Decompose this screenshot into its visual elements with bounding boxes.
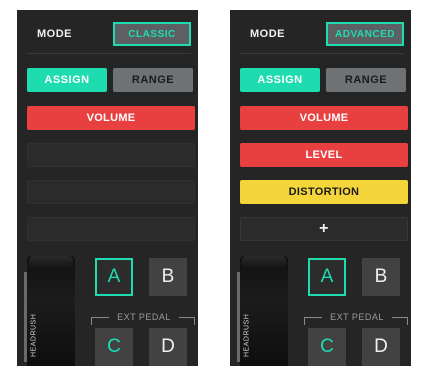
footswitch-d[interactable]: D: [149, 328, 187, 366]
pedal-edge: [237, 272, 240, 362]
pedal-edge: [24, 272, 27, 362]
expression-pedal-panel-advanced: MODE ADVANCED ASSIGN RANGE VOLUME LEVEL …: [230, 10, 411, 366]
tab-range[interactable]: RANGE: [113, 68, 193, 92]
ext-pedal-label: EXT PEDAL: [117, 312, 171, 322]
footswitch-b[interactable]: B: [362, 258, 400, 296]
assignment-slot-empty[interactable]: [27, 217, 195, 241]
ext-pedal-label: EXT PEDAL: [330, 312, 384, 322]
assignment-slot-volume[interactable]: VOLUME: [240, 106, 408, 130]
assignment-slot-empty[interactable]: [27, 143, 195, 167]
assignment-slot-empty[interactable]: [27, 180, 195, 204]
pedal-brand-label: HEADRUSH: [243, 313, 251, 357]
mode-label: MODE: [37, 28, 72, 40]
footswitch-c[interactable]: C: [95, 328, 133, 366]
pedal-cap: [242, 256, 286, 270]
tab-assign[interactable]: ASSIGN: [240, 68, 320, 92]
footswitch-a[interactable]: A: [308, 258, 346, 296]
mode-toggle-button[interactable]: ADVANCED: [326, 22, 404, 46]
add-assignment-button[interactable]: +: [240, 217, 408, 241]
assignment-slot-level[interactable]: LEVEL: [240, 143, 408, 167]
expression-pedal[interactable]: HEADRUSH: [24, 256, 75, 366]
footswitch-d[interactable]: D: [362, 328, 400, 366]
mode-toggle-button[interactable]: CLASSIC: [113, 22, 191, 46]
assignment-slot-distortion[interactable]: DISTORTION: [240, 180, 408, 204]
footswitch-a[interactable]: A: [95, 258, 133, 296]
footswitch-b[interactable]: B: [149, 258, 187, 296]
tab-assign[interactable]: ASSIGN: [27, 68, 107, 92]
mode-label: MODE: [250, 28, 285, 40]
expression-pedal-panel-classic: MODE CLASSIC ASSIGN RANGE VOLUME HEADRUS…: [17, 10, 198, 366]
pedal-brand-label: HEADRUSH: [30, 313, 38, 357]
ext-pedal-bracket: EXT PEDAL: [304, 312, 408, 325]
divider: [240, 53, 404, 54]
divider: [27, 53, 191, 54]
footswitch-c[interactable]: C: [308, 328, 346, 366]
ext-pedal-bracket: EXT PEDAL: [91, 312, 195, 325]
expression-pedal[interactable]: HEADRUSH: [237, 256, 288, 366]
pedal-cap: [29, 256, 73, 270]
tab-range[interactable]: RANGE: [326, 68, 406, 92]
assignment-slot-volume[interactable]: VOLUME: [27, 106, 195, 130]
